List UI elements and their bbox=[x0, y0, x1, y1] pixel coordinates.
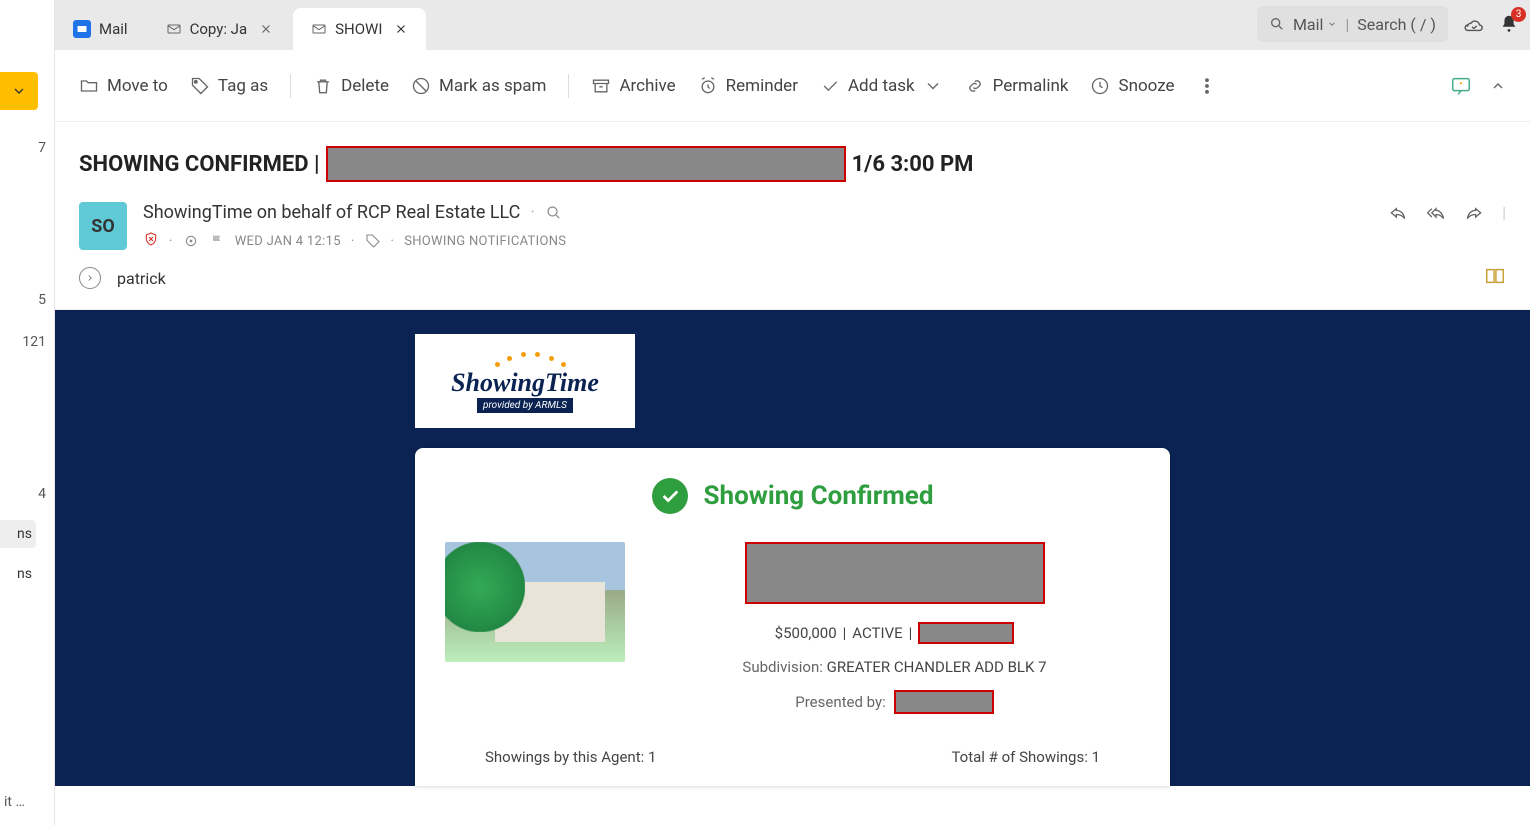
search-scope[interactable]: Mail bbox=[1293, 15, 1337, 34]
sidebar-more[interactable]: it … bbox=[4, 794, 25, 810]
more-vertical-icon bbox=[1197, 76, 1217, 96]
more-actions-button[interactable] bbox=[1197, 76, 1217, 96]
tab-showing[interactable]: SHOWI bbox=[293, 8, 426, 50]
sender-row: SO ShowingTime on behalf of RCP Real Est… bbox=[55, 192, 1530, 251]
subject-line: SHOWING CONFIRMED | 1/6 3:00 PM bbox=[55, 122, 1530, 192]
sidebar-tag[interactable]: ns bbox=[0, 520, 36, 548]
sidebar-count[interactable]: 7 bbox=[38, 140, 46, 156]
sender-name: ShowingTime on behalf of RCP Real Estate… bbox=[143, 202, 520, 223]
tab-mail[interactable]: Mail bbox=[55, 8, 146, 50]
target-icon[interactable] bbox=[183, 233, 199, 249]
chevron-down-icon bbox=[11, 83, 27, 99]
archive-icon bbox=[591, 76, 611, 96]
toolbar-separator bbox=[568, 74, 569, 98]
envelope-icon bbox=[311, 21, 327, 37]
subdivision-line: Subdivision: GREATER CHANDLER ADD BLK 7 bbox=[649, 658, 1140, 676]
shield-icon[interactable] bbox=[143, 231, 159, 251]
sidebar-tag[interactable]: ns bbox=[0, 560, 36, 588]
notifications-button[interactable]: 3 bbox=[1498, 13, 1520, 35]
subject-prefix: SHOWING CONFIRMED | bbox=[79, 152, 320, 177]
snooze-button[interactable]: Snooze bbox=[1090, 76, 1174, 96]
property-photo bbox=[445, 542, 625, 662]
check-icon bbox=[820, 76, 840, 96]
chevron-down-icon bbox=[1327, 19, 1337, 29]
tab-label: Copy: Ja bbox=[190, 20, 248, 38]
link-icon bbox=[965, 76, 985, 96]
tag-icon[interactable] bbox=[365, 233, 381, 249]
spam-button[interactable]: Mark as spam bbox=[411, 76, 546, 96]
search-box[interactable]: Mail | Search ( / ) bbox=[1257, 6, 1448, 42]
chevron-up-icon[interactable] bbox=[1490, 78, 1506, 94]
tab-copy[interactable]: Copy: Ja bbox=[148, 8, 292, 50]
comment-icon[interactable] bbox=[1450, 75, 1472, 97]
subject-suffix: 1/6 3:00 PM bbox=[852, 152, 974, 177]
add-task-button[interactable]: Add task bbox=[820, 76, 943, 96]
left-sidebar: 7 5 121 4 ns ns it … bbox=[0, 0, 55, 825]
reminder-button[interactable]: Reminder bbox=[698, 76, 798, 96]
permalink-button[interactable]: Permalink bbox=[965, 76, 1069, 96]
price-status-line: $500,000 | ACTIVE | bbox=[649, 622, 1140, 644]
search-sender-icon[interactable] bbox=[545, 204, 563, 222]
delete-button[interactable]: Delete bbox=[313, 76, 389, 96]
email-body: ShowingTime provided by ARMLS Showing Co… bbox=[55, 310, 1530, 786]
timestamp: WED JAN 4 12:15 bbox=[235, 234, 341, 249]
forward-icon[interactable] bbox=[1464, 202, 1484, 222]
tab-label: SHOWI bbox=[335, 20, 382, 38]
recipient-row: patrick bbox=[55, 251, 1530, 310]
message-toolbar: Move to Tag as Delete Mark as spam Archi… bbox=[55, 50, 1530, 122]
top-right-controls: Mail | Search ( / ) 3 bbox=[1257, 6, 1520, 42]
envelope-icon bbox=[166, 21, 182, 37]
recipient-name: patrick bbox=[117, 269, 166, 288]
sidebar-count[interactable]: 4 bbox=[38, 486, 46, 502]
sidebar-count[interactable]: 5 bbox=[38, 292, 46, 308]
compose-button[interactable] bbox=[0, 72, 38, 110]
trash-icon bbox=[313, 76, 333, 96]
showingtime-logo: ShowingTime provided by ARMLS bbox=[415, 334, 635, 428]
cloud-sync-icon[interactable] bbox=[1462, 13, 1484, 35]
reading-mode-icon[interactable] bbox=[1484, 265, 1506, 291]
alarm-icon bbox=[698, 76, 718, 96]
close-icon[interactable] bbox=[259, 22, 273, 36]
search-icon bbox=[1269, 16, 1285, 32]
category-label: SHOWING NOTIFICATIONS bbox=[404, 234, 566, 249]
message-pane: SHOWING CONFIRMED | 1/6 3:00 PM SO Showi… bbox=[55, 122, 1530, 825]
confirmation-card: Showing Confirmed $500,000 | ACTIVE | bbox=[415, 448, 1170, 786]
expand-recipients-icon[interactable] bbox=[79, 267, 101, 289]
redacted-mls bbox=[918, 622, 1014, 644]
check-circle-icon bbox=[652, 478, 688, 514]
notifications-badge: 3 bbox=[1511, 7, 1526, 22]
clock-icon bbox=[1090, 76, 1110, 96]
block-icon bbox=[411, 76, 431, 96]
presented-by-line: Presented by: bbox=[649, 690, 1140, 714]
showing-stats: Showings by this Agent: 1 Total # of Sho… bbox=[445, 748, 1140, 766]
tag-as-button[interactable]: Tag as bbox=[190, 76, 268, 96]
move-to-button[interactable]: Move to bbox=[79, 76, 168, 96]
redacted-presenter bbox=[894, 690, 994, 714]
confirmation-headline: Showing Confirmed bbox=[704, 481, 934, 511]
sender-avatar: SO bbox=[79, 202, 127, 250]
reply-icon[interactable] bbox=[1388, 202, 1408, 222]
redacted-address bbox=[326, 146, 846, 182]
mail-app-icon bbox=[73, 20, 91, 38]
search-divider: | bbox=[1345, 15, 1349, 34]
chevron-down-icon bbox=[923, 76, 943, 96]
toolbar-separator bbox=[290, 74, 291, 98]
tab-label: Mail bbox=[99, 20, 128, 38]
sidebar-count[interactable]: 121 bbox=[22, 334, 46, 350]
redacted-property-address bbox=[745, 542, 1045, 604]
flag-icon[interactable] bbox=[209, 233, 225, 249]
search-placeholder: Search ( / ) bbox=[1357, 15, 1436, 34]
reply-all-icon[interactable] bbox=[1426, 202, 1446, 222]
tab-bar: Mail Copy: Ja SHOWI Mail | Search ( / ) … bbox=[55, 0, 1530, 50]
tag-icon bbox=[190, 76, 210, 96]
archive-button[interactable]: Archive bbox=[591, 76, 675, 96]
folder-icon bbox=[79, 76, 99, 96]
close-icon[interactable] bbox=[394, 22, 408, 36]
